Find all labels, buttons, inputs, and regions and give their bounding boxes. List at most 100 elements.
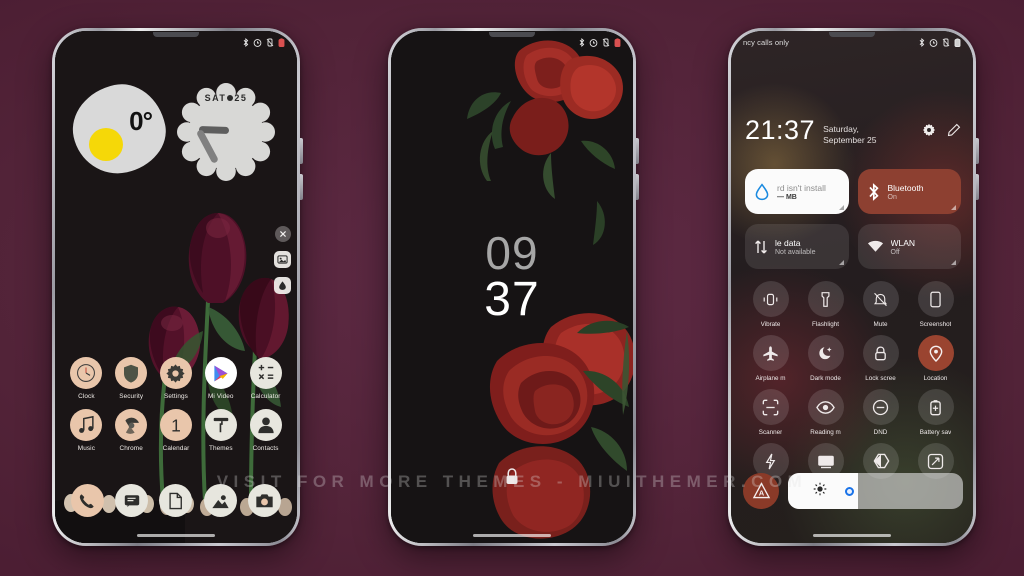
lockscreen-clock: 09 37 — [391, 227, 633, 327]
tile-title: le data — [775, 237, 801, 248]
header-actions — [922, 123, 961, 142]
navigation-bar[interactable] — [813, 534, 891, 537]
tile-expand-corner[interactable] — [951, 260, 956, 265]
current-date: Saturday, September 25 — [823, 124, 877, 145]
alarm-icon — [929, 38, 938, 47]
weather-temperature: 0° — [129, 106, 153, 136]
navigation-bar[interactable] — [473, 534, 551, 537]
dock — [55, 484, 297, 517]
clock-widget-dot — [227, 95, 234, 102]
qs-label: Mute — [873, 321, 888, 328]
droplet-icon[interactable] — [274, 277, 291, 294]
file-icon[interactable] — [159, 484, 193, 517]
qs-label: DND — [873, 429, 888, 436]
qs-mute[interactable]: Mute — [853, 281, 908, 328]
app-grid: Clock Security Settings Mi Video Calcula… — [55, 357, 297, 452]
clock-minutes: 37 — [484, 273, 540, 327]
statusbar-icons — [919, 37, 961, 47]
app-clock[interactable]: Clock — [64, 357, 109, 400]
earpiece-notch — [153, 32, 199, 37]
tile-text: rd isn't install — MB — [777, 183, 826, 201]
brightness-slider[interactable] — [788, 473, 963, 509]
phone-icon[interactable] — [70, 484, 104, 517]
weather-blob-shape — [64, 76, 174, 182]
brightness-row: A — [743, 473, 963, 509]
app-calendar[interactable]: 1 Calendar — [154, 409, 199, 452]
tile-bluetooth[interactable]: Bluetooth On — [857, 169, 961, 214]
message-icon[interactable] — [115, 484, 149, 517]
tile-storage-notification[interactable]: rd isn't install — MB — [745, 169, 849, 214]
app-settings[interactable]: Settings — [154, 357, 199, 400]
calculator-icon — [249, 357, 282, 389]
pencil-icon[interactable] — [947, 123, 961, 142]
app-contacts[interactable]: Contacts — [243, 409, 288, 452]
qs-label: Flashlight — [812, 321, 839, 328]
screenshot-icon — [917, 281, 954, 317]
tile-expand-corner[interactable] — [838, 205, 844, 210]
volume-down-button[interactable] — [976, 174, 979, 200]
qs-label: Reading m — [810, 429, 841, 436]
volume-down-button[interactable] — [300, 174, 303, 200]
qs-dnd[interactable]: DND — [853, 389, 908, 436]
navigation-bar[interactable] — [137, 534, 215, 537]
bluetooth-icon — [243, 37, 249, 47]
clock-widget[interactable]: SAT 25 — [177, 83, 275, 181]
weather-widget[interactable]: 0° — [64, 76, 174, 182]
close-icon[interactable] — [274, 226, 291, 242]
qs-airplane-mode[interactable]: Airplane m — [743, 335, 798, 382]
qs-dark-mode[interactable]: Dark mode — [798, 335, 853, 382]
gallery-icon[interactable] — [203, 484, 237, 517]
app-chrome[interactable]: Chrome — [109, 409, 154, 452]
app-themes[interactable]: Themes — [198, 409, 243, 452]
alarm-icon — [253, 38, 262, 47]
tile-expand-corner[interactable] — [838, 260, 844, 265]
volume-up-button[interactable] — [300, 138, 303, 164]
wifi-icon — [867, 240, 883, 252]
tile-mobile-data[interactable]: le data Not available — [745, 224, 849, 269]
volume-up-button[interactable] — [636, 138, 639, 164]
phone-control-center: ncy calls only 21:37 Saturday, September… — [728, 28, 979, 546]
airplane-icon — [752, 335, 789, 371]
battery-icon — [954, 37, 961, 47]
qs-label: Battery sav — [919, 429, 952, 436]
qs-lock-screen[interactable]: Lock scree — [853, 335, 908, 382]
qs-screenshot[interactable]: Screenshot — [908, 281, 963, 328]
app-security[interactable]: Security — [109, 357, 154, 400]
battery-plus-icon — [917, 389, 954, 425]
tile-subtitle: On — [887, 193, 897, 201]
app-calculator[interactable]: Calculator — [243, 357, 288, 400]
gear-icon[interactable] — [922, 123, 936, 142]
volume-down-button[interactable] — [636, 174, 639, 200]
phone-home-screen: 0° SAT 25 Clock Security Settings Mi Vid… — [52, 28, 303, 546]
wallpaper-icon[interactable] — [274, 251, 291, 268]
tile-subtitle: Off — [890, 248, 900, 256]
bluetooth-icon — [868, 182, 879, 201]
qs-battery-saver[interactable]: Battery sav — [908, 389, 963, 436]
lock-icon[interactable] — [504, 467, 521, 491]
qs-label: Vibrate — [760, 321, 781, 328]
tile-wlan[interactable]: WLAN Off — [857, 224, 961, 269]
location-icon — [917, 335, 954, 371]
qs-label: Airplane m — [755, 375, 786, 382]
big-tile-row-1: rd isn't install — MB Bluetooth On — [745, 169, 961, 214]
mute-icon — [862, 281, 899, 317]
tile-expand-corner[interactable] — [951, 205, 956, 210]
scanner-icon — [752, 389, 789, 425]
qs-flashlight[interactable]: Flashlight — [798, 281, 853, 328]
app-mi-video[interactable]: Mi Video — [198, 357, 243, 400]
auto-brightness-icon[interactable]: A — [743, 473, 779, 509]
app-music[interactable]: Music — [64, 409, 109, 452]
clock-hours: 09 — [485, 227, 539, 279]
qs-reading-mode[interactable]: Reading m — [798, 389, 853, 436]
weather-yolk-shape — [89, 128, 123, 161]
phone-lock-screen: 09 37 — [388, 28, 639, 546]
brightness-knob[interactable] — [845, 486, 854, 496]
camera-icon[interactable] — [248, 484, 282, 517]
play-icon — [204, 357, 237, 389]
qs-location[interactable]: Location — [908, 335, 963, 382]
app-label: Security — [119, 393, 144, 400]
app-label: Themes — [208, 445, 233, 452]
qs-vibrate[interactable]: Vibrate — [743, 281, 798, 328]
volume-up-button[interactable] — [976, 138, 979, 164]
qs-scanner[interactable]: Scanner — [743, 389, 798, 436]
